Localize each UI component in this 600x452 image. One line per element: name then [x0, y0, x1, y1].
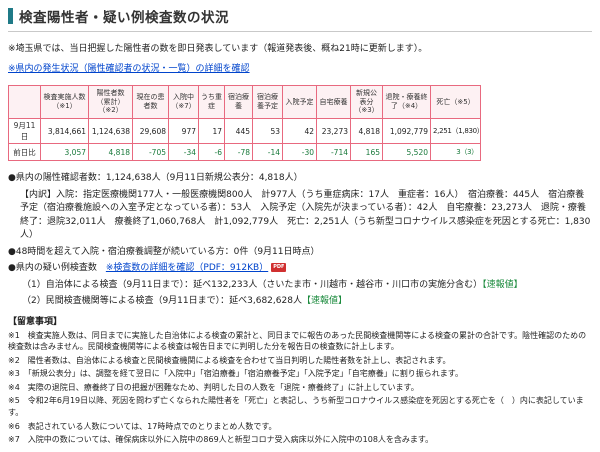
preliminary-badge: 【速報値】 [301, 296, 347, 306]
adjustment-wait-line: ●48時間を超えて入院・宿泊療養調整が続いている方：0件（9月11日時点） [8, 246, 320, 257]
note-item-4: ※4 実際の退院日、療養終了日の把握が困難なため、判明した日の人数を「退院・療養… [8, 382, 419, 392]
title-divider [8, 31, 592, 32]
table-cell: 53 [252, 118, 283, 144]
update-schedule-note: ※埼玉県では、当日把握した陽性者の数を即日発表しています（報道発表後、概ね21時… [8, 44, 428, 54]
table-cell: -14 [252, 143, 283, 161]
table-cell: 4,818 [350, 118, 383, 144]
table-cell: 165 [350, 143, 383, 161]
suspected-item-text: （1）自治体による検査（9月11日まで）：延べ132,233人（さいたま市・川越… [22, 279, 483, 290]
table-row-sep11: 9月11日 3,814,661 1,124,638 29,608 977 17 … [8, 118, 481, 144]
note-item-7: ※7 入院中の数については、確保病床以外に入院中の869人と新型コロナ受入病床以… [8, 435, 434, 445]
notes-section: 【留意事項】 ※1 検査実施人数は、同日までに実施した自治体による検査の累計と、… [8, 314, 592, 446]
pdf-icon: PDF [271, 263, 287, 272]
header-positives-total: 陽性者数（累計）（※2） [88, 85, 133, 119]
suspected-item-text: （2）民間検査機関等による検査（9月11日まで）：延べ3,682,628人 [22, 296, 302, 306]
status-link-line: ※県内の発生状況（陽性確認者の状況・一覧）の詳細を確認 [8, 61, 592, 74]
table-cell: 3,057 [40, 143, 89, 161]
table-cell: -705 [132, 143, 169, 161]
table-row-prev-day: 前日比 3,057 4,818 -705 -34 -6 -78 -14 -30 … [8, 143, 481, 161]
table-cell: 1,092,779 [382, 118, 431, 144]
header-hotel-planned: 宿泊療養予定 [252, 85, 283, 119]
stats-table: 検査実施人数（※1） 陽性者数（累計）（※2） 現在の患者数 入院中（※7） う… [8, 85, 481, 161]
table-cell: 42 [282, 118, 317, 144]
table-cell: -6 [198, 143, 225, 161]
table-cell: 1,124,638 [88, 118, 133, 144]
table-cell: 445 [224, 118, 253, 144]
header-severe: うち重症 [198, 85, 225, 119]
table-cell: 977 [168, 118, 199, 144]
table-cell: -78 [224, 143, 253, 161]
header-deaths: 死亡（※5） [430, 85, 481, 119]
header-home-care: 自宅療養 [316, 85, 351, 119]
note-item-3: ※3 「新規公表分」は、調整を経て翌日に「入院中」「宿泊療養」「宿泊療養予定」「… [8, 369, 463, 379]
suspected-item-municipal: （1）自治体による検査（9月11日まで）：延べ132,233人（さいたま市・川越… [8, 279, 592, 293]
header-hospitalization-planned: 入院予定 [282, 85, 317, 119]
table-cell: 4,818 [88, 143, 133, 161]
suspected-cases-label: ●県内の疑い例検査数 [8, 263, 106, 273]
table-cell: 3,814,661 [40, 118, 89, 144]
note-item-5: ※5 令和2年6月19日以降、死因を問わず亡くなられた陽性者を「死亡」と表記し、… [8, 396, 584, 418]
title-accent-bar [8, 8, 13, 24]
test-count-pdf-link[interactable]: ※検査数の詳細を確認（PDF：912KB） [106, 263, 268, 273]
header-hotel-care: 宿泊療養 [224, 85, 253, 119]
preliminary-badge: 【速報値】 [482, 279, 523, 290]
table-cell: 23,273 [316, 118, 351, 144]
suspected-cases-line: ●県内の疑い例検査数 ※検査数の詳細を確認（PDF：912KB） PDF [8, 262, 592, 276]
table-cell: -30 [282, 143, 317, 161]
note-item-2: ※2 陽性者数は、自治体による検査と民間検査機関による検査を合わせて当日判明した… [8, 355, 451, 365]
table-cell: -714 [316, 143, 351, 161]
table-cell-deaths: 3（3） [430, 143, 481, 161]
row-label-prev-day: 前日比 [8, 143, 41, 161]
table-header-row: 検査実施人数（※1） 陽性者数（累計）（※2） 現在の患者数 入院中（※7） う… [8, 85, 481, 119]
header-new-announced: 新規公表分（※3） [350, 85, 383, 119]
header-current-patients: 現在の患者数 [132, 85, 169, 119]
table-cell: 5,520 [382, 143, 431, 161]
table-cell: 17 [198, 118, 225, 144]
notes-heading: 【留意事項】 [8, 316, 63, 327]
positives-summary-line: ●県内の陽性確認者数：1,124,638人（9月11日新規公表分：4,818人） [8, 173, 303, 183]
positives-breakdown: 【内訳】入院：指定医療機関177人・一般医療機関800人 計977人（うち重症病… [20, 189, 591, 241]
header-row-label [8, 85, 41, 119]
page-title: 検査陽性者・疑い例検査数の状況 [19, 10, 229, 26]
header-hospitalized: 入院中（※7） [168, 85, 199, 119]
page: 検査陽性者・疑い例検査数の状況 ※埼玉県では、当日把握した陽性者の数を即日発表し… [0, 0, 600, 452]
header-discharged: 退院・療養終了（※4） [382, 85, 431, 119]
note-item-6: ※6 表記されている人数については、17時時点でのとりまとめ人数です。 [8, 421, 277, 431]
table-cell-deaths: 2,251（1,830） [430, 118, 481, 144]
summary-section: ●県内の陽性確認者数：1,124,638人（9月11日新規公表分：4,818人）… [8, 172, 592, 309]
suspected-item-private: （2）民間検査機関等による検査（9月11日まで）：延べ3,682,628人【速報… [8, 295, 592, 309]
table-cell: -34 [168, 143, 199, 161]
page-title-row: 検査陽性者・疑い例検査数の状況 [8, 6, 592, 26]
note-item-1: ※1 検査実施人数は、同日までに実施した自治体による検査の累計と、同日までに報告… [8, 330, 587, 352]
header-tests-total: 検査実施人数（※1） [40, 85, 89, 119]
status-detail-link[interactable]: ※県内の発生状況（陽性確認者の状況・一覧）の詳細を確認 [8, 64, 250, 74]
table-cell: 29,608 [132, 118, 169, 144]
row-label-sep11: 9月11日 [8, 118, 41, 144]
